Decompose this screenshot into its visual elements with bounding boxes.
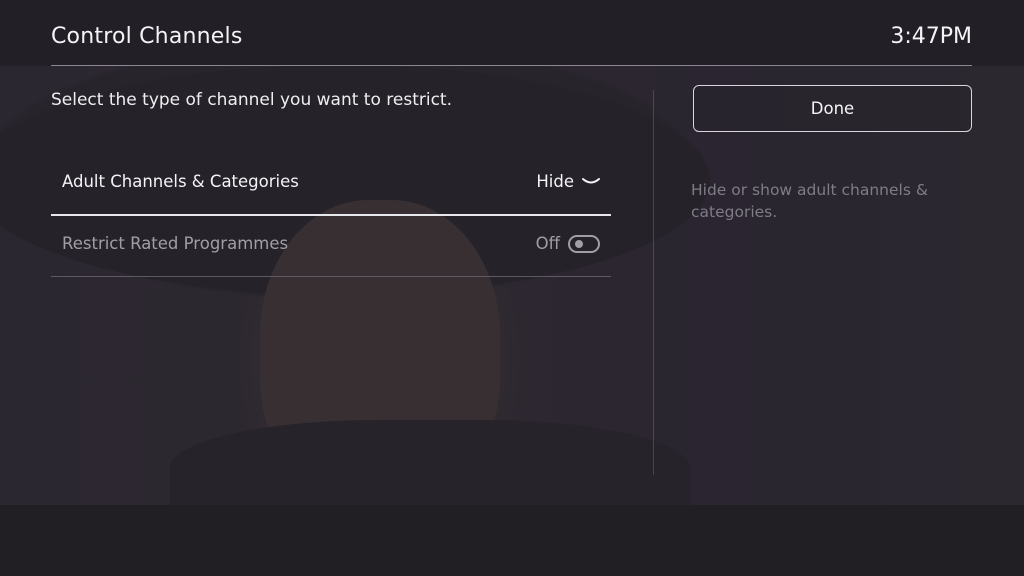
adult-channels-value: Hide	[536, 172, 574, 191]
header-divider	[51, 65, 972, 66]
instruction-text: Select the type of channel you want to r…	[51, 90, 452, 110]
clock: 3:47PM	[890, 24, 972, 49]
vertical-divider	[653, 90, 654, 475]
page-title: Control Channels	[51, 24, 243, 49]
adult-channels-dropdown[interactable]: Hide	[536, 172, 600, 191]
help-text: Hide or show adult channels & categories…	[691, 181, 928, 221]
control-channels-screen: Control Channels 3:47PM Select the type …	[0, 0, 1024, 576]
restrict-rated-row[interactable]: Restrict Rated Programmes Off	[51, 216, 611, 277]
bottom-bar	[0, 505, 1024, 576]
header-bar: Control Channels 3:47PM	[0, 0, 1024, 66]
adult-channels-label: Adult Channels & Categories	[62, 172, 299, 191]
done-button[interactable]: Done	[693, 85, 972, 132]
toggle-off-icon[interactable]	[568, 234, 600, 253]
toggle-knob	[575, 239, 583, 248]
restrict-rated-label: Restrict Rated Programmes	[62, 234, 289, 253]
adult-channels-row[interactable]: Adult Channels & Categories Hide	[51, 154, 611, 216]
chevron-down-icon	[582, 177, 600, 183]
restrict-rated-value: Off	[535, 234, 560, 253]
restrict-rated-control[interactable]: Off	[536, 234, 600, 253]
